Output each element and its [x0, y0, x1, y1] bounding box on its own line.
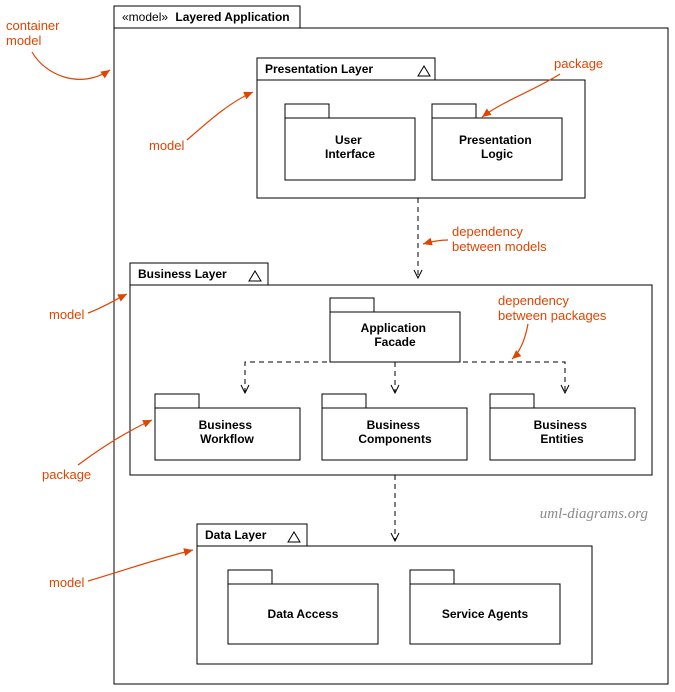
presentation-layer-title: Presentation Layer	[265, 62, 373, 76]
arrow-model-2	[88, 294, 127, 313]
arrow-model-3	[88, 550, 193, 581]
pkg-ui-line2: Interface	[325, 147, 375, 161]
annotation-model-2: model	[49, 307, 85, 322]
annotation-container-model: containermodel	[6, 18, 60, 48]
svg-text:Business Entities: Business Entities	[534, 418, 591, 446]
arrow-dep-models	[423, 240, 448, 244]
uml-diagram: «model» Layered Application Presentation…	[0, 0, 675, 692]
container-name: Layered Application	[175, 10, 289, 24]
presentation-layer: Presentation Layer User Interface Presen…	[257, 58, 585, 198]
pkg-ui-line1: User	[335, 133, 362, 147]
pkg-data-access: Data Access	[268, 607, 339, 621]
watermark: uml-diagrams.org	[540, 506, 649, 522]
annotation-model-3: model	[49, 575, 85, 590]
pkg-plogic-line2: Logic	[481, 147, 513, 161]
container-stereotype: «model» Layered Application	[122, 10, 290, 24]
annotation-package-2: package	[42, 467, 91, 482]
business-layer: Business Layer Application Facade Busine…	[130, 263, 652, 475]
data-layer-title: Data Layer	[205, 528, 267, 542]
container-stereotype-text: «model»	[122, 10, 168, 24]
annotation-model-1: model	[149, 138, 185, 153]
annotation-dep-models: dependencybetween models	[452, 224, 547, 254]
svg-text:Business Components: Business Components	[358, 418, 432, 446]
svg-text:Business Workflow: Business Workflow	[199, 418, 256, 446]
arrow-container-model	[32, 52, 110, 79]
data-layer: Data Layer Data Access Service Agents	[197, 524, 592, 664]
pkg-plogic-line1: Presentation	[459, 133, 532, 147]
annotation-package-1: package	[554, 56, 603, 71]
business-layer-title: Business Layer	[138, 267, 227, 281]
pkg-service-agents: Service Agents	[442, 607, 529, 621]
arrow-model-1	[187, 92, 253, 140]
